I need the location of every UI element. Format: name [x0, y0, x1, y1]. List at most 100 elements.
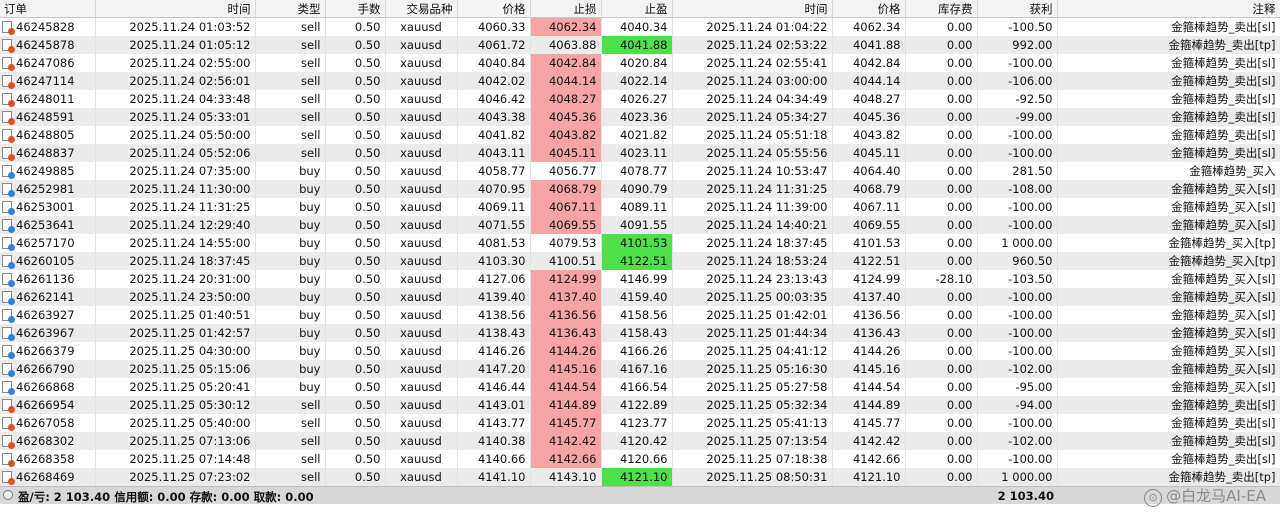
- table-row[interactable]: 46260105 2025.11.24 18:37:45 buy 0.50 xauusd…: [0, 252, 1280, 270]
- cell-lots: 0.50: [325, 144, 386, 162]
- table-row[interactable]: 46253001 2025.11.24 11:31:25 buy 0.50 xauusd…: [0, 198, 1280, 216]
- toggle-icon[interactable]: [3, 490, 13, 500]
- table-row[interactable]: 46249885 2025.11.24 07:35:00 buy 0.50 xauusd…: [0, 162, 1280, 180]
- column-header-order[interactable]: 订单: [0, 0, 96, 18]
- cell-stop-loss: 4144.26: [530, 342, 602, 360]
- cell-profit: -100.00: [977, 54, 1058, 72]
- cell-open-price: 4043.38: [457, 108, 531, 126]
- cell-lots: 0.50: [325, 288, 386, 306]
- column-header-swap[interactable]: 库存费: [905, 0, 978, 18]
- cell-profit: -103.50: [977, 270, 1058, 288]
- column-header-close-time[interactable]: 时间: [672, 0, 833, 18]
- cell-lots: 0.50: [325, 108, 386, 126]
- cell-order-id: 46245828: [0, 17, 96, 36]
- column-header-type[interactable]: 类型: [255, 0, 326, 18]
- cell-lots: 0.50: [325, 216, 386, 234]
- cell-open-time: 2025.11.24 20:31:00: [95, 270, 256, 288]
- table-row[interactable]: 46248837 2025.11.24 05:52:06 sell 0.50 xauus…: [0, 144, 1280, 162]
- cell-lots: 0.50: [325, 198, 386, 216]
- cell-take-profit: 4023.11: [601, 144, 673, 162]
- table-row[interactable]: 46263967 2025.11.25 01:42:57 buy 0.50 xauusd…: [0, 324, 1280, 342]
- cell-lots: 0.50: [325, 324, 386, 342]
- summary-bar: 盈/亏: 2 103.40 信用额: 0.00 存款: 0.00 取款: 0.0…: [0, 486, 1280, 504]
- cell-type: sell: [255, 17, 326, 36]
- cell-order-id: 46263927: [0, 306, 96, 324]
- cell-close-price: 4069.55: [832, 216, 906, 234]
- summary-text: 盈/亏: 2 103.40 信用额: 0.00 存款: 0.00 取款: 0.0…: [18, 490, 314, 504]
- table-row[interactable]: 46268469 2025.11.25 07:23:02 sell 0.50 xauus…: [0, 468, 1280, 486]
- cell-profit: -100.00: [977, 324, 1058, 342]
- column-header-open-time[interactable]: 时间: [95, 0, 256, 18]
- cell-open-price: 4071.55: [457, 216, 531, 234]
- sell-order-icon: [2, 93, 15, 107]
- cell-symbol: xauusd: [385, 450, 458, 468]
- column-header-take-profit[interactable]: 止盈: [601, 0, 673, 18]
- table-row[interactable]: 46266790 2025.11.25 05:15:06 buy 0.50 xauusd…: [0, 360, 1280, 378]
- sell-order-icon: [2, 111, 15, 125]
- column-header-symbol[interactable]: 交易品种: [385, 0, 458, 18]
- column-header-stop-loss[interactable]: 止损: [530, 0, 602, 18]
- cell-stop-loss: 4043.82: [530, 126, 602, 144]
- table-row[interactable]: 46247114 2025.11.24 02:56:01 sell 0.50 xauus…: [0, 72, 1280, 90]
- cell-comment: 金箍棒趋势_买入[sl]: [1057, 288, 1280, 306]
- table-row[interactable]: 46266379 2025.11.25 04:30:00 buy 0.50 xauusd…: [0, 342, 1280, 360]
- table-row[interactable]: 46267058 2025.11.25 05:40:00 sell 0.50 xauus…: [0, 414, 1280, 432]
- table-row[interactable]: 46247086 2025.11.24 02:55:00 sell 0.50 xauus…: [0, 54, 1280, 72]
- table-row[interactable]: 46261136 2025.11.24 20:31:00 buy 0.50 xauusd…: [0, 270, 1280, 288]
- column-header-open-price[interactable]: 价格: [457, 0, 531, 18]
- cell-order-id: 46248805: [0, 126, 96, 144]
- cell-swap: 0.00: [905, 216, 978, 234]
- cell-stop-loss: 4136.56: [530, 306, 602, 324]
- table-row[interactable]: 46248011 2025.11.24 04:33:48 sell 0.50 xauus…: [0, 90, 1280, 108]
- cell-swap: 0.00: [905, 342, 978, 360]
- cell-close-price: 4144.54: [832, 378, 906, 396]
- table-row[interactable]: 46262141 2025.11.24 23:50:00 buy 0.50 xauusd…: [0, 288, 1280, 306]
- cell-open-time: 2025.11.24 23:50:00: [95, 288, 256, 306]
- table-row[interactable]: 46268358 2025.11.25 07:14:48 sell 0.50 xauus…: [0, 450, 1280, 468]
- table-row[interactable]: 46252981 2025.11.24 11:30:00 buy 0.50 xauusd…: [0, 180, 1280, 198]
- cell-open-price: 4070.95: [457, 180, 531, 198]
- column-header-lots[interactable]: 手数: [325, 0, 386, 18]
- cell-symbol: xauusd: [385, 234, 458, 252]
- table-row[interactable]: 46245828 2025.11.24 01:03:52 sell 0.50 xauus…: [0, 17, 1280, 36]
- cell-take-profit: 4040.34: [601, 17, 673, 36]
- cell-take-profit: 4120.66: [601, 450, 673, 468]
- table-row[interactable]: 46268302 2025.11.25 07:13:06 sell 0.50 xauus…: [0, 432, 1280, 450]
- order-id-text: 46253001: [16, 200, 75, 214]
- cell-open-time: 2025.11.24 02:55:00: [95, 54, 256, 72]
- cell-comment: 金箍棒趋势_买入[sl]: [1057, 378, 1280, 396]
- cell-comment: 金箍棒趋势_买入[sl]: [1057, 270, 1280, 288]
- order-id-text: 46268469: [16, 470, 75, 484]
- cell-symbol: xauusd: [385, 360, 458, 378]
- trade-history-window: 订单 时间 类型 手数 交易品种 价格 止损 止盈 时间 价格 库存费 获利 注释 46245828 20…: [0, 0, 1280, 528]
- cell-take-profit: 4166.54: [601, 378, 673, 396]
- cell-symbol: xauusd: [385, 162, 458, 180]
- table-row[interactable]: 46263927 2025.11.25 01:40:51 buy 0.50 xauusd…: [0, 306, 1280, 324]
- buy-order-icon: [2, 201, 15, 215]
- cell-take-profit: 4020.84: [601, 54, 673, 72]
- cell-open-time: 2025.11.24 05:50:00: [95, 126, 256, 144]
- table-row[interactable]: 46245878 2025.11.24 01:05:12 sell 0.50 xauus…: [0, 36, 1280, 54]
- buy-order-icon: [2, 255, 15, 269]
- table-row[interactable]: 46257170 2025.11.24 14:55:00 buy 0.50 xauusd…: [0, 234, 1280, 252]
- table-row[interactable]: 46248805 2025.11.24 05:50:00 sell 0.50 xauus…: [0, 126, 1280, 144]
- table-row[interactable]: 46266868 2025.11.25 05:20:41 buy 0.50 xauusd…: [0, 378, 1280, 396]
- column-header-close-price[interactable]: 价格: [832, 0, 906, 18]
- cell-open-time: 2025.11.24 11:30:00: [95, 180, 256, 198]
- column-header-profit[interactable]: 获利: [977, 0, 1058, 18]
- cell-swap: 0.00: [905, 72, 978, 90]
- cell-close-price: 4142.66: [832, 450, 906, 468]
- order-id-text: 46245878: [16, 38, 75, 52]
- cell-symbol: xauusd: [385, 324, 458, 342]
- cell-lots: 0.50: [325, 378, 386, 396]
- cell-symbol: xauusd: [385, 36, 458, 54]
- table-row[interactable]: 46253641 2025.11.24 12:29:40 buy 0.50 xauusd…: [0, 216, 1280, 234]
- cell-comment: 金箍棒趋势_卖出[sl]: [1057, 414, 1280, 432]
- column-header-comment[interactable]: 注释: [1057, 0, 1280, 18]
- cell-lots: 0.50: [325, 414, 386, 432]
- cell-order-id: 46252981: [0, 180, 96, 198]
- cell-order-id: 46245878: [0, 36, 96, 54]
- table-row[interactable]: 46266954 2025.11.25 05:30:12 sell 0.50 xauus…: [0, 396, 1280, 414]
- cell-open-price: 4138.56: [457, 306, 531, 324]
- table-row[interactable]: 46248591 2025.11.24 05:33:01 sell 0.50 xauus…: [0, 108, 1280, 126]
